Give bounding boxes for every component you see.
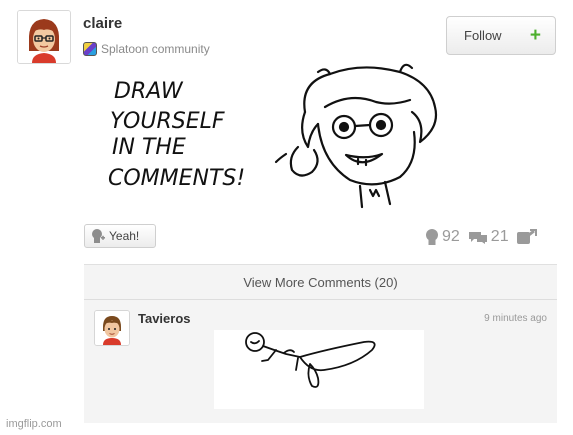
yeah-label: Yeah! bbox=[109, 229, 140, 243]
mii-avatar-icon bbox=[95, 311, 129, 345]
comment-timestamp: 9 minutes ago bbox=[484, 313, 547, 324]
share-stat[interactable] bbox=[516, 228, 538, 246]
mii-avatar-icon bbox=[18, 11, 70, 63]
drawing-text-line: YOURSELF bbox=[110, 109, 225, 134]
yeah-button[interactable]: Yeah! bbox=[84, 224, 156, 248]
follow-label: Follow bbox=[464, 28, 502, 43]
drawing-text-line: DRAW bbox=[114, 79, 184, 104]
post-card: claire Splatoon community Follow + DRAW … bbox=[0, 0, 573, 435]
community-link[interactable]: Splatoon community bbox=[83, 41, 210, 57]
yeah-count-icon bbox=[426, 228, 438, 245]
post-drawing: DRAW YOURSELF IN THE COMMENTS! bbox=[100, 62, 460, 212]
comment-avatar[interactable] bbox=[94, 310, 130, 346]
yeah-count-stat[interactable]: 92 bbox=[424, 228, 460, 246]
comments-icon bbox=[468, 232, 487, 244]
comment-username[interactable]: Tavieros bbox=[138, 311, 191, 326]
drawing-text-line: IN THE bbox=[112, 135, 186, 160]
splatoon-community-icon bbox=[83, 42, 97, 56]
plus-icon: + bbox=[529, 25, 541, 46]
view-more-comments-button[interactable]: View More Comments (20) bbox=[84, 265, 557, 300]
comment-count-stat[interactable]: 21 bbox=[467, 228, 509, 246]
comment-drawing bbox=[214, 330, 424, 409]
share-icon bbox=[516, 229, 537, 244]
user-avatar[interactable] bbox=[17, 10, 71, 64]
comments-panel: View More Comments (20) Tavieros 9 minut… bbox=[84, 264, 557, 423]
yeah-count: 92 bbox=[442, 228, 460, 245]
imgflip-watermark: imgflip.com bbox=[6, 418, 62, 430]
post-username[interactable]: claire bbox=[83, 15, 122, 32]
stick-figure-sketch bbox=[245, 332, 376, 388]
comment-count: 21 bbox=[490, 228, 509, 245]
follow-button[interactable]: Follow + bbox=[446, 16, 556, 55]
drawing-text-line: COMMENTS! bbox=[108, 166, 245, 191]
post-stats: 92 21 bbox=[424, 228, 545, 246]
drawing-handwritten-text: DRAW YOURSELF IN THE COMMENTS! bbox=[108, 79, 245, 191]
comment-item: Tavieros 9 minutes ago bbox=[84, 300, 557, 423]
yeah-icon bbox=[92, 229, 105, 243]
community-name: Splatoon community bbox=[101, 42, 210, 56]
self-portrait-sketch bbox=[274, 63, 438, 209]
